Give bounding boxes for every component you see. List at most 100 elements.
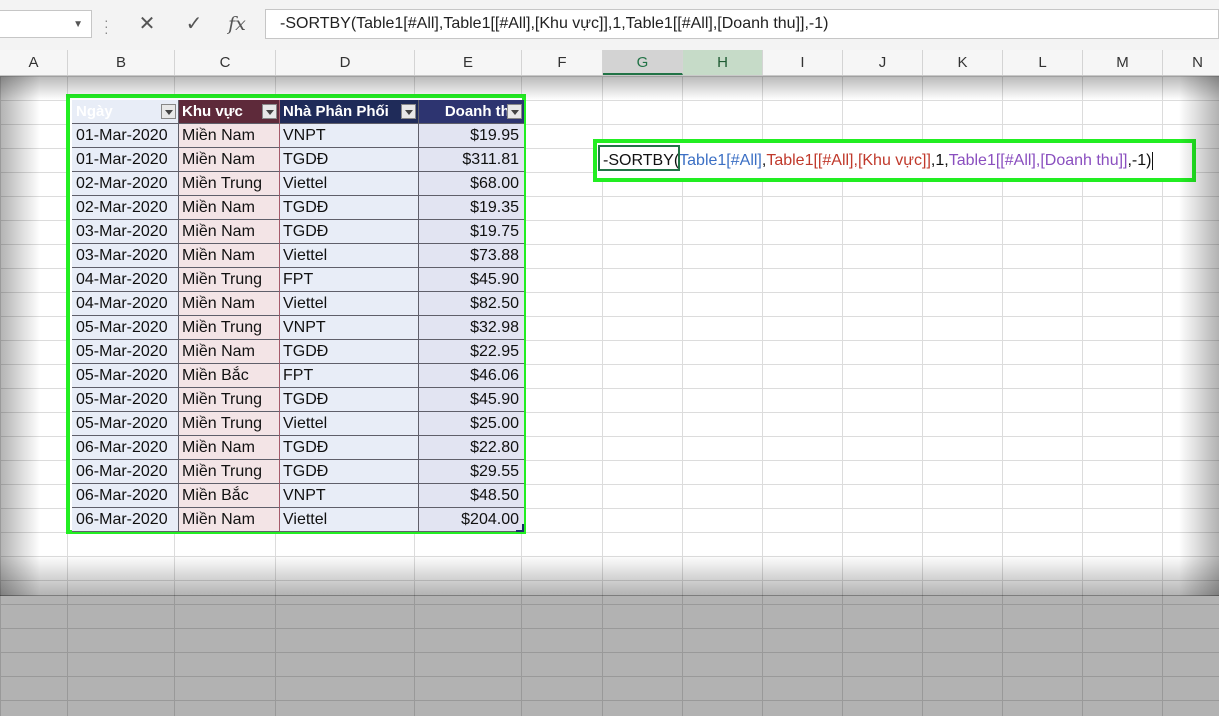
column-header-c[interactable]: C: [175, 50, 276, 75]
header-label: Nhà Phân Phối: [283, 103, 389, 120]
column-header-h[interactable]: H: [683, 50, 763, 75]
table-cell[interactable]: Miền Nam: [179, 196, 280, 220]
column-header-a[interactable]: A: [0, 50, 68, 75]
table-cell[interactable]: Viettel: [280, 292, 419, 316]
table-cell[interactable]: $45.90: [419, 388, 524, 412]
table-cell[interactable]: $22.80: [419, 436, 524, 460]
table-cell[interactable]: Viettel: [280, 172, 419, 196]
table-cell[interactable]: FPT: [280, 364, 419, 388]
filter-dropdown-icon[interactable]: [161, 104, 176, 119]
insert-function-button[interactable]: fx: [222, 11, 252, 37]
column-header-g[interactable]: G: [603, 50, 683, 75]
table-cell[interactable]: $22.95: [419, 340, 524, 364]
table-cell[interactable]: 05-Mar-2020: [72, 412, 179, 436]
table-cell[interactable]: Miền Nam: [179, 244, 280, 268]
table-cell[interactable]: FPT: [280, 268, 419, 292]
table-cell[interactable]: 05-Mar-2020: [72, 316, 179, 340]
table-cell[interactable]: 05-Mar-2020: [72, 388, 179, 412]
column-header-f[interactable]: F: [522, 50, 603, 75]
table-cell[interactable]: 06-Mar-2020: [72, 436, 179, 460]
table-header-cell[interactable]: Khu vực: [179, 100, 280, 124]
table-cell[interactable]: $73.88: [419, 244, 524, 268]
column-header-k[interactable]: K: [923, 50, 1003, 75]
table-cell[interactable]: Miền Nam: [179, 124, 280, 148]
table-cell[interactable]: Miền Trung: [179, 316, 280, 340]
column-header-d[interactable]: D: [276, 50, 415, 75]
table-cell[interactable]: 03-Mar-2020: [72, 220, 179, 244]
table-cell[interactable]: $45.90: [419, 268, 524, 292]
table-cell[interactable]: 03-Mar-2020: [72, 244, 179, 268]
table-cell[interactable]: TGDĐ: [280, 436, 419, 460]
table-cell[interactable]: 06-Mar-2020: [72, 508, 179, 532]
table-cell[interactable]: $46.06: [419, 364, 524, 388]
drag-handle-icon[interactable]: · · ·: [104, 13, 109, 39]
column-header-e[interactable]: E: [415, 50, 522, 75]
table-cell[interactable]: Miền Bắc: [179, 364, 280, 388]
table-cell[interactable]: $204.00: [419, 508, 524, 532]
column-header-i[interactable]: I: [763, 50, 843, 75]
table-cell[interactable]: 05-Mar-2020: [72, 340, 179, 364]
column-header-l[interactable]: L: [1003, 50, 1083, 75]
table-cell[interactable]: Miền Nam: [179, 436, 280, 460]
table-cell[interactable]: 01-Mar-2020: [72, 148, 179, 172]
table-cell[interactable]: 04-Mar-2020: [72, 292, 179, 316]
table-header-cell[interactable]: Doanh thu: [419, 100, 524, 124]
table-cell[interactable]: $32.98: [419, 316, 524, 340]
table-cell[interactable]: 01-Mar-2020: [72, 124, 179, 148]
table-cell[interactable]: TGDĐ: [280, 460, 419, 484]
table-cell[interactable]: Miền Bắc: [179, 484, 280, 508]
table-cell[interactable]: Viettel: [280, 412, 419, 436]
chevron-down-icon[interactable]: ▼: [73, 19, 83, 30]
table-cell[interactable]: Miền Nam: [179, 508, 280, 532]
table-cell[interactable]: Miền Trung: [179, 268, 280, 292]
table-cell[interactable]: $19.95: [419, 124, 524, 148]
table-cell[interactable]: Miền Nam: [179, 148, 280, 172]
table-cell[interactable]: Viettel: [280, 508, 419, 532]
table-cell[interactable]: 04-Mar-2020: [72, 268, 179, 292]
filter-dropdown-icon[interactable]: [262, 104, 277, 119]
filter-dropdown-icon[interactable]: [507, 104, 522, 119]
cell-formula-text[interactable]: -SORTBY(Table1[#All],Table1[[#All],[Khu …: [603, 149, 1154, 173]
table-cell[interactable]: TGDĐ: [280, 340, 419, 364]
table-header-cell[interactable]: Nhà Phân Phối: [280, 100, 419, 124]
table-cell[interactable]: Miền Nam: [179, 292, 280, 316]
column-header-b[interactable]: B: [68, 50, 175, 75]
table-cell[interactable]: TGDĐ: [280, 220, 419, 244]
table-resize-handle[interactable]: [516, 524, 524, 532]
table-cell[interactable]: Miền Nam: [179, 340, 280, 364]
table-cell[interactable]: $48.50: [419, 484, 524, 508]
table-cell[interactable]: $25.00: [419, 412, 524, 436]
table-cell[interactable]: Viettel: [280, 244, 419, 268]
table-cell[interactable]: $311.81: [419, 148, 524, 172]
table-cell[interactable]: Miền Trung: [179, 460, 280, 484]
table-cell[interactable]: TGDĐ: [280, 148, 419, 172]
column-header-m[interactable]: M: [1083, 50, 1163, 75]
table-cell[interactable]: Miền Trung: [179, 172, 280, 196]
table-cell[interactable]: Miền Trung: [179, 412, 280, 436]
table-cell[interactable]: VNPT: [280, 124, 419, 148]
table-cell[interactable]: 02-Mar-2020: [72, 196, 179, 220]
table-cell[interactable]: $19.75: [419, 220, 524, 244]
table-cell[interactable]: Miền Trung: [179, 388, 280, 412]
column-header-n[interactable]: N: [1163, 50, 1219, 75]
table-cell[interactable]: 05-Mar-2020: [72, 364, 179, 388]
table-cell[interactable]: 02-Mar-2020: [72, 172, 179, 196]
formula-input[interactable]: -SORTBY(Table1[#All],Table1[[#All],[Khu …: [265, 9, 1219, 39]
table-cell[interactable]: Miền Nam: [179, 220, 280, 244]
table-cell[interactable]: $19.35: [419, 196, 524, 220]
filter-dropdown-icon[interactable]: [401, 104, 416, 119]
table-cell[interactable]: VNPT: [280, 316, 419, 340]
name-box[interactable]: ▼: [0, 10, 92, 38]
table-cell[interactable]: 06-Mar-2020: [72, 460, 179, 484]
table-cell[interactable]: $29.55: [419, 460, 524, 484]
table-header-cell[interactable]: Ngày: [72, 100, 179, 124]
column-header-j[interactable]: J: [843, 50, 923, 75]
enter-button[interactable]: ✓: [179, 11, 209, 37]
table-cell[interactable]: VNPT: [280, 484, 419, 508]
cancel-button[interactable]: ✕: [132, 11, 162, 37]
table-cell[interactable]: TGDĐ: [280, 388, 419, 412]
table-cell[interactable]: $82.50: [419, 292, 524, 316]
table-cell[interactable]: TGDĐ: [280, 196, 419, 220]
table-cell[interactable]: 06-Mar-2020: [72, 484, 179, 508]
table-cell[interactable]: $68.00: [419, 172, 524, 196]
